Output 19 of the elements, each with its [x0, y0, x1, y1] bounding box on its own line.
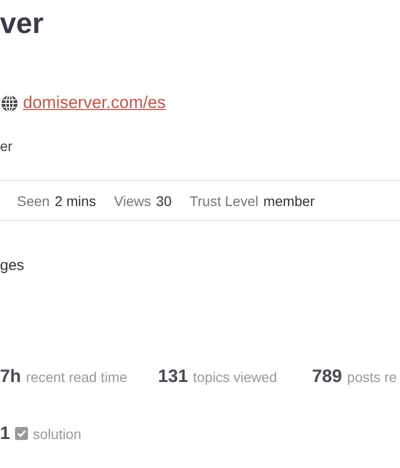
stat-label: topics viewed: [193, 369, 278, 385]
stat-label: posts re: [347, 369, 397, 385]
stat-value: 7h: [0, 366, 22, 387]
website-link[interactable]: domiserver.com/es: [23, 93, 166, 113]
profile-name: ver: [0, 7, 45, 41]
stat-label: solution: [33, 426, 82, 442]
info-value: member: [263, 192, 315, 208]
info-value: 2 mins: [54, 192, 96, 208]
info-value: 30: [156, 192, 172, 208]
stat-value: 131: [158, 366, 188, 387]
stat-value: 1: [0, 423, 10, 444]
info-label: Trust Level: [190, 192, 258, 208]
stat-value: 789: [312, 366, 342, 387]
info-label: Views: [114, 192, 152, 208]
bio-text: er: [0, 137, 14, 155]
checkbox-icon: [15, 427, 28, 440]
stat-label: recent read time: [26, 369, 128, 385]
info-label: Seen: [17, 192, 50, 208]
section-heading: ges: [0, 257, 26, 276]
